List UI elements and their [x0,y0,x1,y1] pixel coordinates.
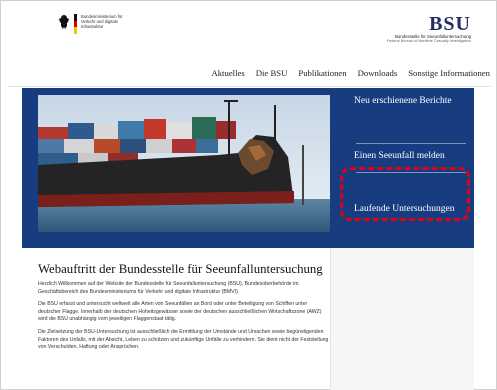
intro-paragraph-3: Die Zielsetzung der BSU-Untersuchung ist… [38,328,329,351]
bsu-subtitle-en: Federal Bureau of Maritime Casualty Inve… [386,39,471,43]
nav-item-downloads[interactable]: Downloads [358,68,398,82]
main-content: Webauftritt der Bundesstelle für Seeunfa… [38,262,330,357]
intro-paragraph-2: Die BSU erfasst und untersucht weltweit … [38,301,322,323]
nav-item-publikationen[interactable]: Publikationen [298,68,346,82]
link-seeunfall-melden[interactable]: Einen Seeunfall melden [354,151,474,161]
right-sidebar [330,248,474,390]
intro-paragraph-1: Herzlich Willkommen auf der Website der … [38,281,299,295]
bsu-wordmark: BSU [429,13,471,35]
main-navigation: Aktuelles Die BSU Publikationen Download… [170,68,490,82]
german-flag-icon [74,14,77,35]
page-title: Webauftritt der Bundesstelle für Seeunfa… [38,262,323,276]
nav-divider [8,86,491,87]
nav-item-aktuelles[interactable]: Aktuelles [211,68,244,82]
link-neu-erschienene-berichte[interactable]: Neu erschienene Berichte [354,96,474,106]
ministry-name: Bundesministerium für Verkehr und digita… [81,14,123,29]
bmvi-logo[interactable]: Bundesministerium für Verkehr und digita… [58,14,127,35]
hero-ship-image [38,95,330,232]
nav-item-die-bsu[interactable]: Die BSU [256,68,288,82]
federal-eagle-icon [58,14,70,30]
nav-item-sonstige-informationen[interactable]: Sonstige Informationen [408,68,490,82]
bsu-logo[interactable]: BSU Bundesstelle für Seeunfalluntersuchu… [361,14,471,44]
side-divider-1 [356,143,466,144]
highlight-annotation [340,167,470,221]
site-header: Bundesministerium für Verkehr und digita… [8,6,489,64]
